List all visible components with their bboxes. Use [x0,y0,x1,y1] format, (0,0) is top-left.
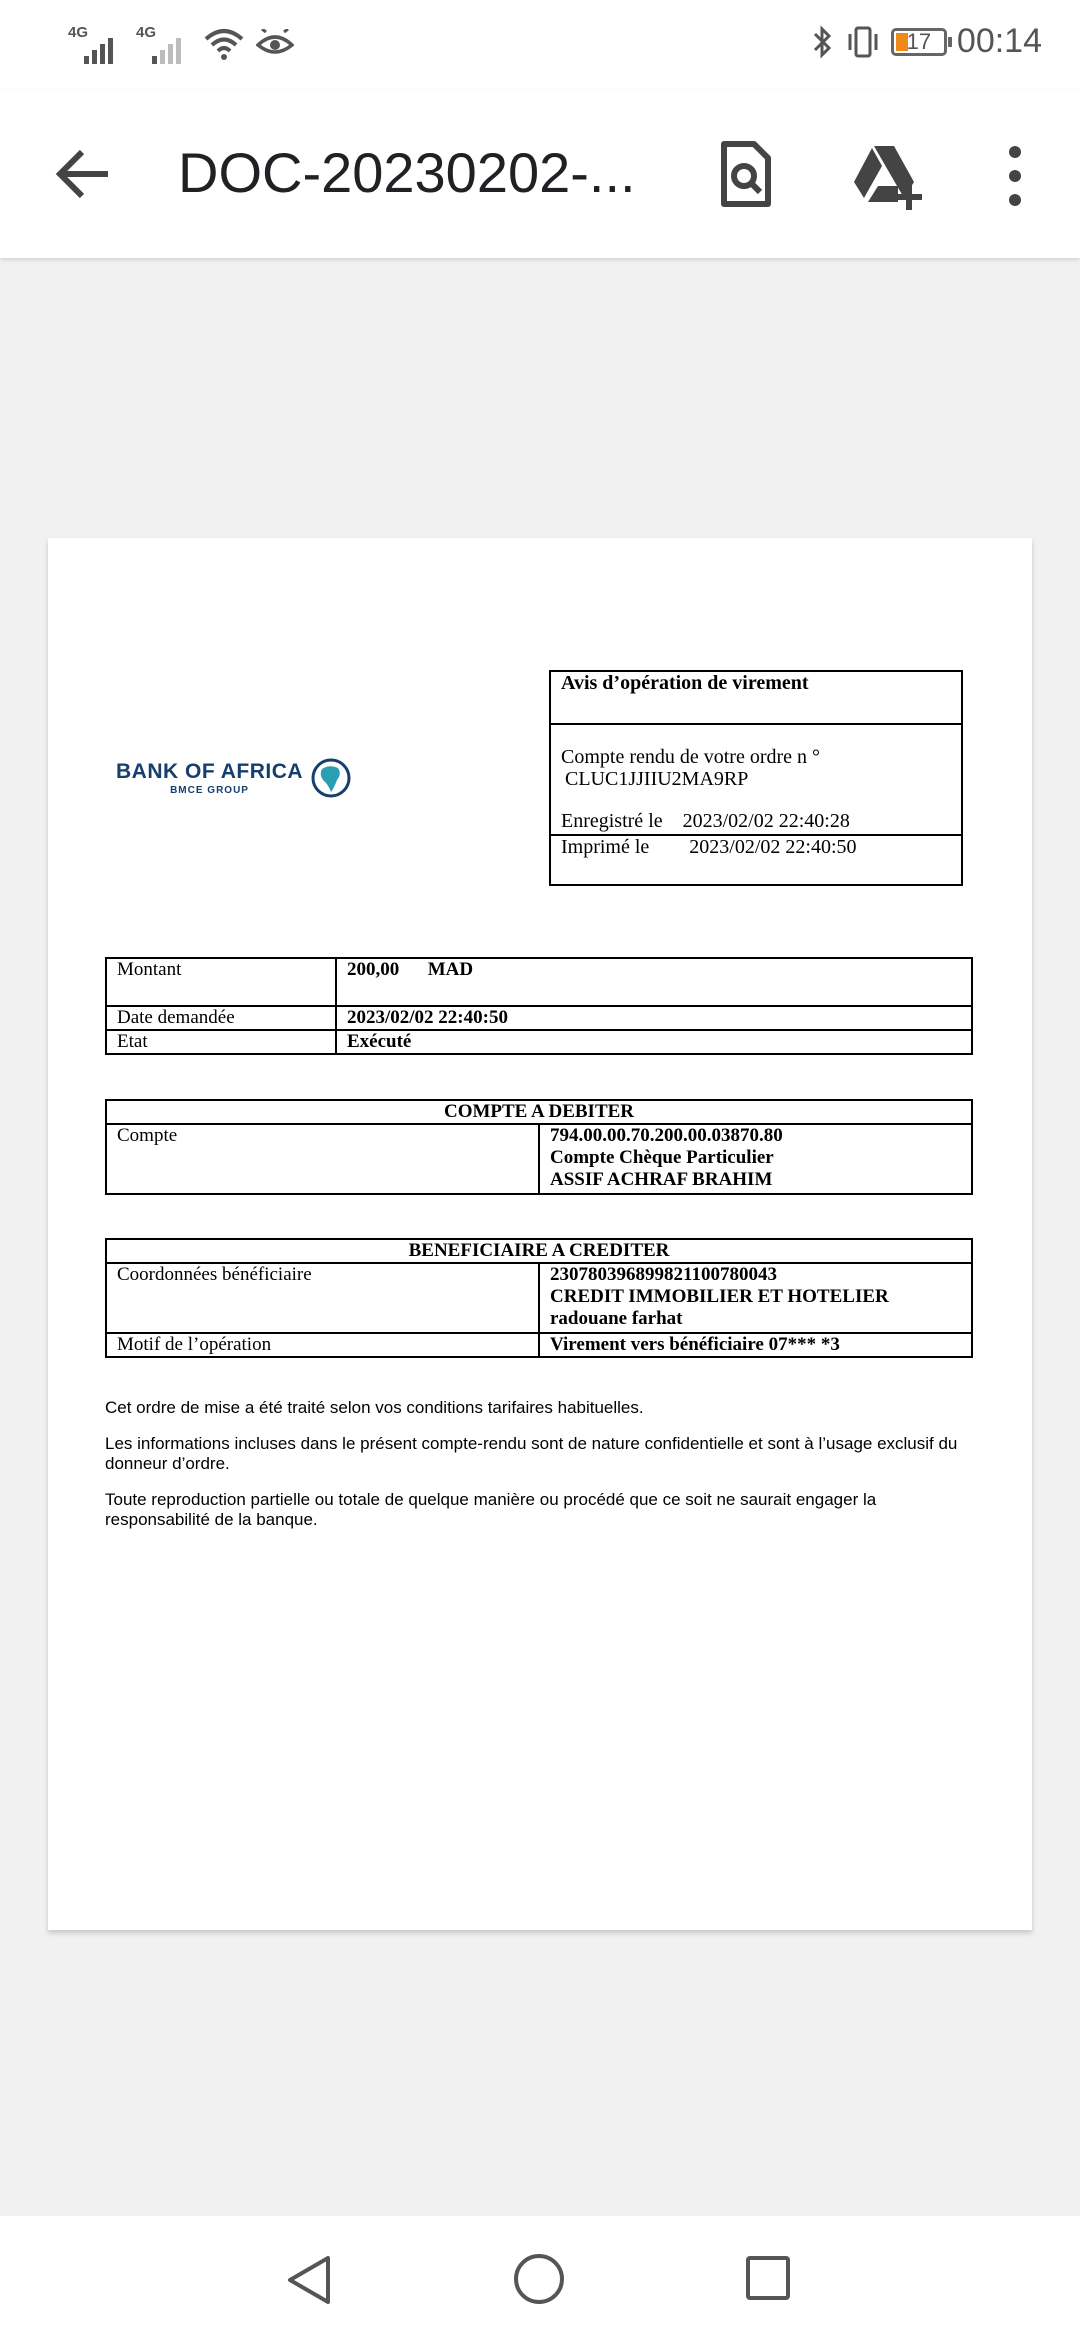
nav-back-button[interactable] [282,2252,336,2308]
nav-home-icon [514,2254,564,2304]
table-row: BENEFICIAIRE A CREDITER [105,1238,973,1264]
logo-main-text: BANK OF AFRICA [116,760,304,783]
note-text: Toute reproduction partielle ou totale d… [105,1490,877,1529]
signal-icon: 4G [68,24,124,64]
status-left: 4G 4G [68,24,294,64]
nav-back-icon [288,2256,330,2304]
more-options-button[interactable] [998,140,1032,212]
account-type: Compte Chèque Particulier [550,1147,774,1168]
note-text: Cet ordre de mise a été traité selon vos… [105,1398,644,1417]
account-holder: ASSIF ACHRAF BRAHIM [550,1169,773,1190]
back-button[interactable] [52,142,116,206]
beneficiary-rib: 230780396899821100780043 [550,1264,777,1285]
motif-value: Virement vers bénéficiaire 07*** *3 [538,1332,973,1358]
battery-level: 17 [906,28,932,54]
search-in-document-button[interactable] [710,138,782,210]
status-bar: 4G 4G 17 00:14 [0,0,1080,90]
account-details: 794.00.00.70.200.00.03870.80 Compte Chèq… [538,1123,973,1195]
eye-icon [256,29,294,54]
africa-globe-icon [311,758,351,798]
add-to-drive-button[interactable] [848,140,932,212]
requested-date-value: 2023/02/02 22:40:50 [335,1005,973,1031]
debit-header: COMPTE A DEBITER [105,1099,973,1125]
beneficiary-details: 230780396899821100780043 CREDIT IMMOBILI… [538,1262,973,1334]
back-arrow-icon [55,149,108,199]
battery-icon: 17 [890,27,952,56]
add-to-drive-icon [854,146,922,210]
account-label: Compte [105,1123,540,1195]
document-title: DOC-20230202-... [178,141,636,204]
motif-label: Motif de l’opération [105,1332,540,1358]
beneficiary-coords-label: Coordonnées bénéficiaire [105,1262,540,1334]
document-page[interactable]: BANK OF AFRICA BMCE GROUP Avis d’opérati… [48,538,1032,1930]
bluetooth-icon [813,24,832,59]
disclaimer-notes: Cet ordre de mise a été traité selon vos… [105,1398,975,1546]
app-bar: DOC-20230202-... [0,90,1080,258]
order-reference-label: Compte rendu de votre ordre n ° [561,746,821,768]
table-row: Compte 794.00.00.70.200.00.03870.80 Comp… [105,1123,973,1195]
nav-home-button[interactable] [512,2252,566,2306]
wifi-icon [204,29,244,60]
nav-recents-button[interactable] [744,2254,792,2302]
vibrate-icon [848,26,878,57]
amount-label: Montant [105,957,337,1007]
requested-date-label: Date demandée [105,1005,337,1031]
bank-logo: BANK OF AFRICA BMCE GROUP [116,758,351,798]
amount-value: 200,00 MAD [335,957,973,1007]
order-reference: CLUC1JJIIU2MA9RP [565,768,749,790]
nav-recents-icon [746,2256,790,2300]
search-document-icon [721,141,771,207]
beneficiary-table: BENEFICIAIRE A CREDITER Coordonnées béné… [105,1238,973,1358]
signal-icon: 4G [136,24,192,64]
status-value: Exécuté [335,1029,973,1055]
notice-box: Avis d’opération de virement Compte rend… [549,670,963,886]
logo-sub-text: BMCE GROUP [170,785,249,796]
account-number: 794.00.00.70.200.00.03870.80 [550,1125,783,1146]
note-text: Les informations incluses dans le présen… [105,1434,958,1473]
beneficiary-bank: CREDIT IMMOBILIER ET HOTELIER [550,1286,889,1307]
table-row: COMPTE A DEBITER [105,1099,973,1125]
navigation-bar [0,2216,1080,2340]
clock: 00:14 [956,22,1042,60]
status-label: Etat [105,1029,337,1055]
table-row: Montant 200,00 MAD [105,957,973,1007]
registered-date: Enregistré le 2023/02/02 22:40:28 [561,810,850,832]
more-vert-icon [1009,146,1021,206]
status-right: 17 00:14 [811,22,1042,61]
printed-date: Imprimé le 2023/02/02 22:40:50 [561,836,857,858]
beneficiary-header: BENEFICIAIRE A CREDITER [105,1238,973,1264]
notice-title: Avis d’opération de virement [561,672,809,694]
table-row: Motif de l’opération Virement vers bénéf… [105,1332,973,1358]
table-row: Date demandée 2023/02/02 22:40:50 [105,1005,973,1031]
debit-account-table: COMPTE A DEBITER Compte 794.00.00.70.200… [105,1099,973,1195]
table-row: Coordonnées bénéficiaire 230780396899821… [105,1262,973,1334]
table-row: Etat Exécuté [105,1029,973,1055]
summary-table: Montant 200,00 MAD Date demandée 2023/02… [105,957,973,1055]
beneficiary-name: radouane farhat [550,1308,683,1329]
